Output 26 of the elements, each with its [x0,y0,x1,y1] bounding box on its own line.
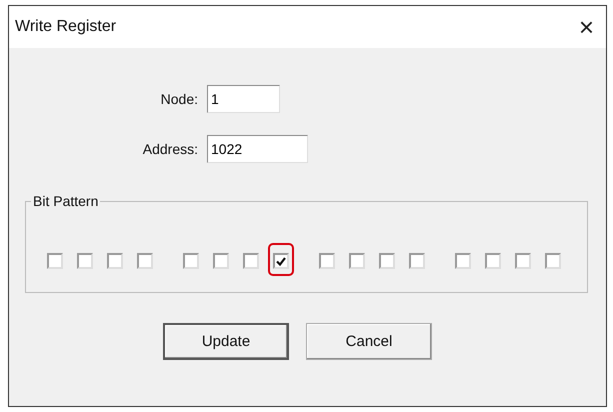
cancel-button[interactable]: Cancel [306,323,432,360]
checkbox[interactable] [319,253,335,269]
input-field[interactable]: 1022 [207,135,308,163]
checkbox[interactable] [409,253,425,269]
field-label: Address: [142,141,199,157]
checkbox[interactable] [349,253,365,269]
checkbox[interactable] [379,253,395,269]
group-title: Bit Pattern [32,193,100,209]
checkbox[interactable] [47,253,63,269]
checkbox[interactable] [273,253,289,269]
checkbox[interactable] [183,253,199,269]
input-field[interactable]: 1 [207,85,280,113]
checkbox[interactable] [545,253,561,269]
field-label: Node: [160,91,199,107]
checkbox[interactable] [137,253,153,269]
window-title: Write Register [15,18,116,36]
checkbox[interactable] [515,253,531,269]
checkmark-icon [276,256,286,266]
checkbox[interactable] [243,253,259,269]
update-button[interactable]: Update [163,323,289,360]
checkbox[interactable] [455,253,471,269]
checkbox[interactable] [213,253,229,269]
close-button[interactable]: × [572,14,600,40]
checkbox[interactable] [77,253,93,269]
checkbox[interactable] [485,253,501,269]
checkbox[interactable] [107,253,123,269]
